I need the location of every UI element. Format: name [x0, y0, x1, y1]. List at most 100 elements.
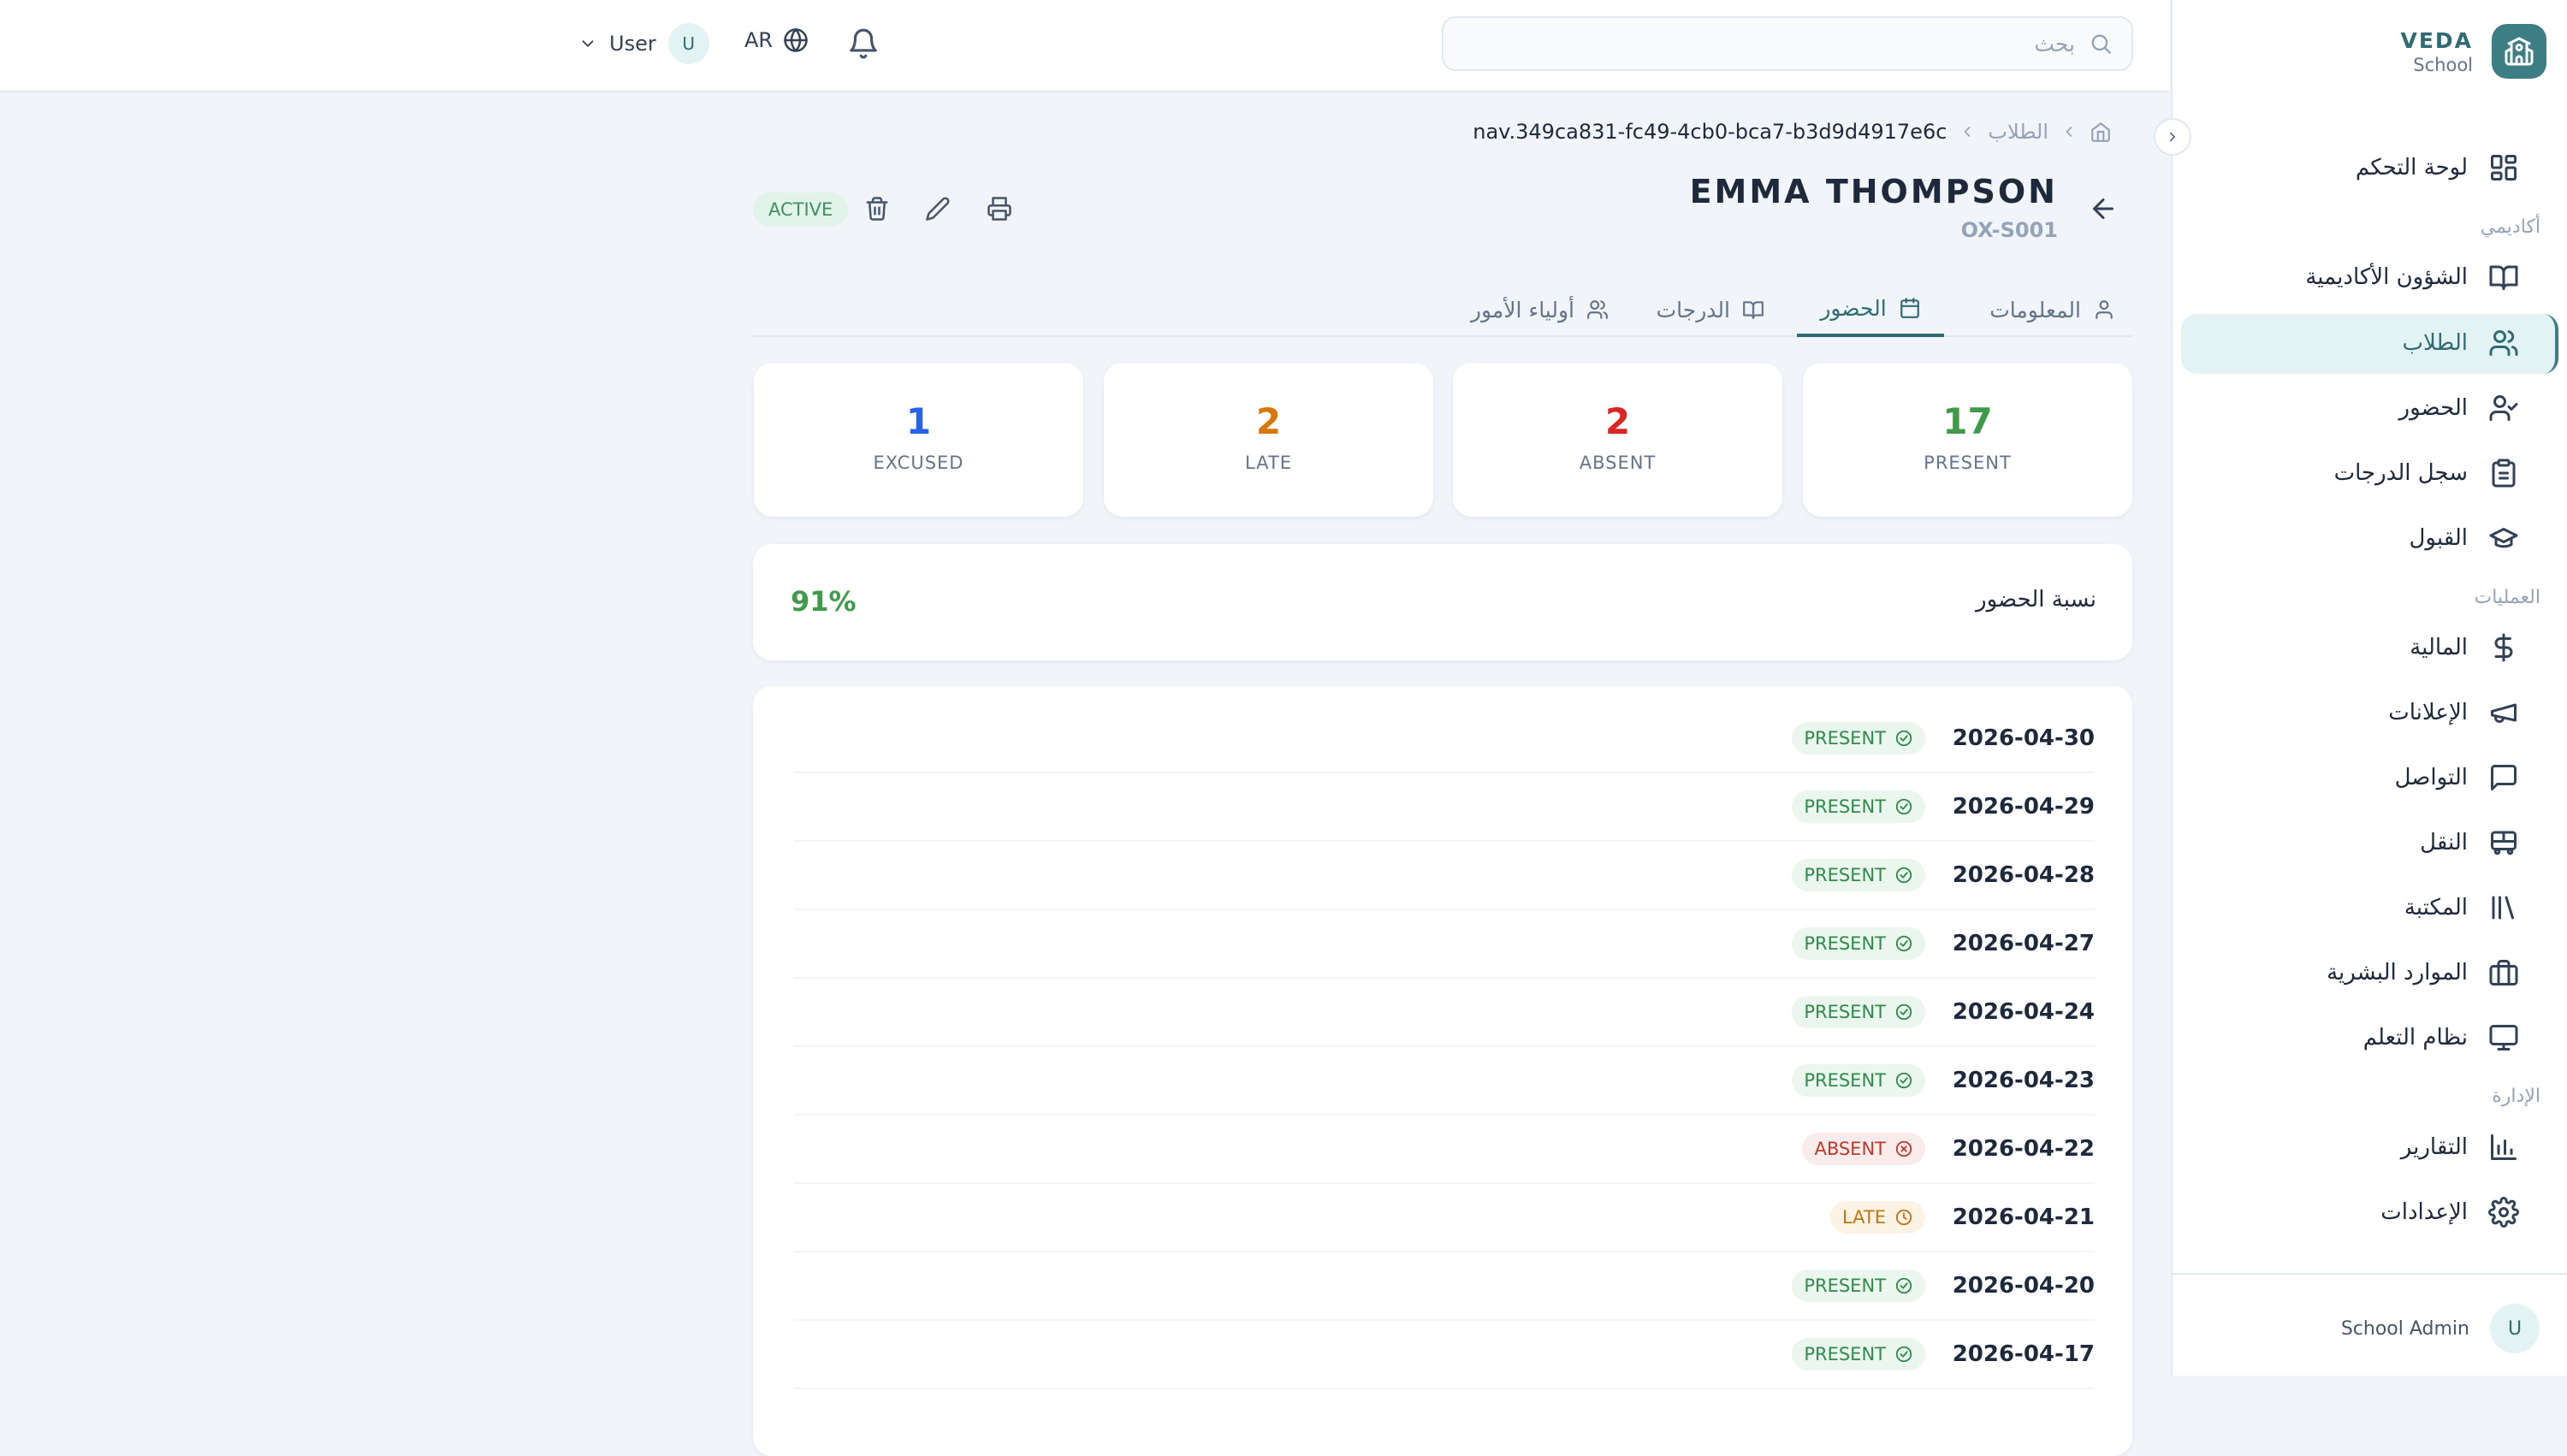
attendance-status-badge: PRESENT	[1792, 927, 1925, 960]
sidebar-section-operations: العمليات	[2474, 587, 2540, 608]
tab-label: أولياء الأمور	[1470, 297, 1574, 323]
sidebar-item-label: الطلاب	[2402, 330, 2468, 356]
search-input[interactable]	[1563, 30, 2077, 57]
attendance-status-badge: PRESENT	[1792, 722, 1925, 755]
brand-subtitle: School	[2413, 54, 2473, 75]
tab-label: المعلومات	[1989, 297, 2081, 323]
sidebar-item-label: الحضور	[2398, 395, 2468, 421]
sidebar-footer	[2173, 1273, 2567, 1275]
stat-value: 1	[905, 400, 932, 442]
sidebar-item-reports[interactable]: التقارير	[2401, 1132, 2519, 1163]
sidebar-item-academics[interactable]: الشؤون الأكاديمية	[2305, 262, 2519, 293]
check-circle-icon	[1895, 867, 1912, 884]
sidebar-item-label: القبول	[2409, 525, 2468, 551]
sidebar-section-academic: أكاديمي	[2480, 216, 2540, 238]
bus-icon	[2491, 831, 2517, 855]
message-icon	[2491, 765, 2517, 790]
sidebar-item-label: الإعدادات	[2380, 1199, 2468, 1225]
dashboard-icon	[2491, 155, 2517, 181]
stat-value: 2	[1604, 400, 1631, 442]
sidebar-item-lms[interactable]: نظام التعلم	[2363, 1022, 2519, 1053]
tab-guardians[interactable]: أولياء الأمور	[1471, 282, 1609, 337]
tab-attendance[interactable]: الحضور	[1797, 282, 1944, 337]
x-circle-icon	[1895, 1140, 1912, 1157]
tabs: المعلومات الحضور الدرجات أولياء الأمور	[753, 282, 2132, 337]
sidebar-item-label: لوحة التحكم	[2355, 155, 2468, 181]
sidebar-item-hr[interactable]: الموارد البشرية	[2327, 957, 2519, 988]
attendance-status-label: PRESENT	[1804, 1002, 1886, 1022]
student-id: OX-S001	[1960, 218, 2058, 242]
attendance-row: 2026-04-21 LATE	[794, 1184, 2095, 1252]
user-menu[interactable]: User U	[578, 23, 709, 64]
sidebar-item-communication[interactable]: التواصل	[2395, 762, 2519, 793]
users-icon	[2489, 330, 2518, 356]
chevron-down-icon	[582, 40, 594, 47]
tab-grades[interactable]: الدرجات	[1657, 282, 1764, 337]
sidebar-item-finance[interactable]: المالية	[2410, 632, 2519, 663]
collapse-sidebar-button[interactable]	[2154, 118, 2191, 156]
tab-info[interactable]: المعلومات	[1989, 282, 2115, 337]
attendance-status-label: PRESENT	[1804, 728, 1886, 749]
attendance-date: 2026-04-21	[1952, 1204, 2095, 1230]
attendance-rate-card: نسبة الحضور 91%	[753, 544, 2132, 660]
attendance-status-badge: PRESENT	[1792, 1064, 1925, 1097]
attendance-date: 2026-04-17	[1952, 1341, 2095, 1367]
sidebar-item-dashboard[interactable]: لوحة التحكم	[2356, 152, 2519, 183]
home-icon[interactable]	[2090, 121, 2112, 143]
edit-button[interactable]	[925, 196, 951, 222]
sidebar-item-admissions[interactable]: القبول	[2410, 523, 2519, 553]
sidebar-item-label: نظام التعلم	[2362, 1025, 2468, 1051]
chevron-left-icon	[1959, 123, 1976, 140]
attendance-date: 2026-04-20	[1952, 1273, 2095, 1299]
dollar-icon	[2494, 633, 2513, 662]
sidebar-item-gradebook[interactable]: سجل الدرجات	[2334, 458, 2519, 488]
attendance-row: 2026-04-27 PRESENT	[794, 910, 2095, 979]
sidebar-item-label: التواصل	[2394, 765, 2468, 790]
check-circle-icon	[1895, 1003, 1912, 1021]
breadcrumb-students-link[interactable]: الطلاب	[1988, 120, 2048, 144]
attendance-status-badge: PRESENT	[1792, 790, 1925, 823]
printer-icon	[987, 197, 1011, 221]
attendance-status-label: PRESENT	[1804, 865, 1886, 885]
sidebar-item-library[interactable]: المكتبة	[2404, 892, 2519, 923]
globe-icon	[784, 28, 808, 52]
attendance-date: 2026-04-24	[1952, 999, 2095, 1025]
check-circle-icon	[1895, 730, 1912, 747]
brand[interactable]: VEDA School	[2400, 24, 2546, 79]
brand-name: VEDA	[2400, 27, 2473, 53]
print-button[interactable]	[987, 196, 1012, 222]
stat-card-present: 17 PRESENT	[1803, 363, 2132, 517]
graduation-cap-icon	[2489, 528, 2518, 548]
chevron-left-icon	[2060, 123, 2078, 140]
sidebar-user[interactable]: School Admin U	[2341, 1304, 2540, 1353]
delete-button[interactable]	[864, 196, 890, 222]
attendance-date: 2026-04-28	[1952, 862, 2095, 888]
language-switcher[interactable]: AR	[744, 27, 809, 53]
attendance-row: 2026-04-30 PRESENT	[794, 705, 2095, 773]
clipboard-icon	[2492, 459, 2516, 488]
sidebar-item-transport[interactable]: النقل	[2420, 827, 2519, 858]
student-name: EMMA THOMPSON	[1689, 173, 2058, 210]
stat-value: 17	[1942, 400, 1993, 442]
status-badge: ACTIVE	[753, 192, 849, 227]
breadcrumb-current: nav.349ca831-fc49-4cb0-bca7-b3d9d4917e6c	[1473, 120, 1947, 144]
sidebar-item-attendance[interactable]: الحضور	[2399, 393, 2519, 423]
attendance-row: 2026-04-28 PRESENT	[794, 842, 2095, 910]
sidebar-item-settings[interactable]: الإعدادات	[2380, 1197, 2519, 1228]
notifications-button[interactable]	[847, 27, 880, 60]
attendance-status-badge: PRESENT	[1792, 1270, 1925, 1302]
attendance-status-label: ABSENT	[1814, 1139, 1886, 1159]
attendance-status-label: PRESENT	[1804, 796, 1886, 817]
monitor-icon	[2489, 1025, 2518, 1051]
sidebar-item-label: سجل الدرجات	[2333, 460, 2468, 486]
search-box[interactable]	[1442, 16, 2133, 71]
attendance-status-badge: PRESENT	[1792, 1338, 1925, 1370]
library-icon	[2492, 896, 2514, 920]
pencil-icon	[926, 197, 950, 221]
stat-card-excused: 1 EXCUSED	[754, 363, 1083, 517]
sidebar-item-announcements[interactable]: الإعلانات	[2388, 697, 2519, 728]
sidebar-item-students[interactable]: الطلاب	[2403, 328, 2519, 358]
user-icon	[2096, 300, 2113, 319]
stat-label: EXCUSED	[873, 453, 964, 473]
back-button[interactable]	[2088, 193, 2119, 224]
